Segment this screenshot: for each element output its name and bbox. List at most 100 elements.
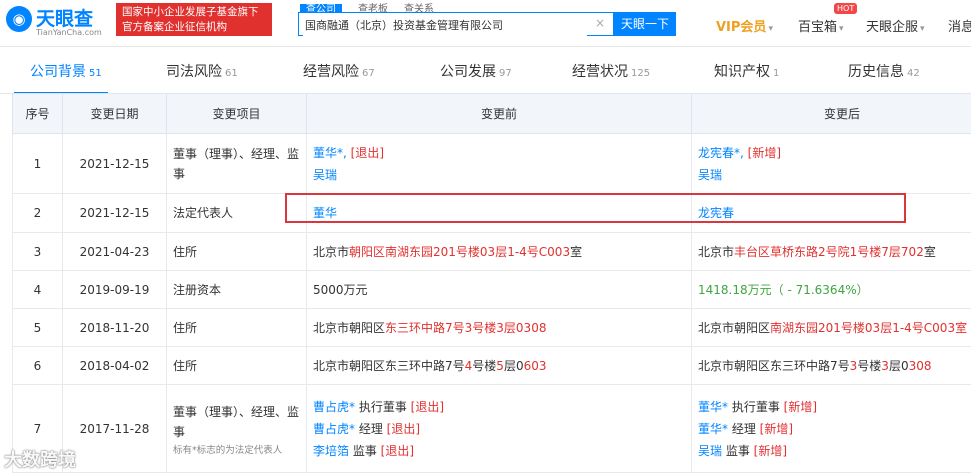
value-text: 监事 — [349, 443, 381, 458]
tab-label: 公司发展 — [440, 64, 496, 80]
col-header-item: 变更项目 — [166, 93, 307, 134]
vip-member-link[interactable]: VIP会员 ▾ — [716, 16, 773, 35]
value-text: 北京市朝阳区 — [313, 320, 386, 335]
value-line: 曹占虎* 执行董事 [退出] — [313, 396, 685, 418]
person-name-link[interactable]: 董华*, — [313, 146, 351, 160]
tab-count: 97 — [499, 68, 512, 79]
table-body: 1 2021-12-15 董事（理事）、经理、监事 董华*, [退出] 吴瑞 龙宪春*, … — [12, 133, 971, 473]
tab-company-development[interactable]: 公司发展 97 — [440, 61, 512, 81]
value-after: 董华* 执行董事 [新增] 董华* 经理 [新增] 吴瑞 监事 [新增] — [691, 384, 971, 473]
value-text: 号楼 — [857, 358, 882, 373]
change-tag: [新增] — [759, 421, 794, 436]
value-line: 北京市朝阳区东三环中路7号3号楼3层0308 — [698, 355, 971, 377]
person-name-link[interactable]: 吴瑞 — [313, 168, 337, 182]
row-number: 5 — [12, 308, 63, 347]
tab-operating-status[interactable]: 经营状况 125 — [572, 61, 650, 81]
row-number: 6 — [12, 346, 63, 385]
change-records-table: 序号 变更日期 变更项目 变更前 变更后 1 2021-12-15 董事（理事）、经… — [12, 93, 971, 473]
change-item-label: 住所 — [173, 320, 198, 335]
change-date: 2021-12-15 — [62, 193, 167, 233]
value-line: 5000万元 — [313, 279, 685, 301]
value-after: 北京市朝阳区南湖东园201号楼03层1-4号C003室 — [691, 308, 971, 347]
tianyancha-logo[interactable]: ◉ 天眼查 TianYanCha.com — [6, 4, 110, 40]
tab-label: 经营风险 — [303, 64, 359, 80]
change-item: 董事（理事）、经理、监事 — [166, 133, 307, 194]
value-text: 北京市朝阳区东三环中路7号 — [698, 358, 850, 373]
value-text: 朝阳区南湖东园201号楼03层1-4号C003 — [349, 244, 571, 259]
value-after: 北京市朝阳区东三环中路7号3号楼3层0308 — [691, 346, 971, 385]
value-line: 李培箔 监事 [退出] — [313, 440, 685, 462]
change-item: 住所 — [166, 308, 307, 347]
value-line: 吴瑞 — [698, 164, 971, 186]
highlight-box — [285, 193, 906, 223]
value-text: 号楼 — [472, 358, 497, 373]
value-text: 北京市 — [313, 244, 350, 259]
person-name-link[interactable]: 龙宪春*, — [698, 146, 748, 160]
value-line: 北京市朝阳区南湖东园201号楼03层1-4号C003室 — [313, 241, 685, 263]
tab-intellectual-property[interactable]: 知识产权 1 — [714, 61, 779, 81]
search-button[interactable]: 天眼一下 — [614, 12, 676, 36]
toolbox-label: 百宝箱 — [798, 20, 838, 35]
value-text: 308 — [908, 358, 932, 373]
change-tag: [退出] — [380, 443, 415, 458]
person-name-link[interactable]: 吴瑞 — [698, 168, 722, 182]
value-text: 经理 — [728, 421, 760, 436]
person-name-link[interactable]: 李培箔 — [313, 444, 349, 458]
value-before: 曹占虎* 执行董事 [退出] 曹占虎* 经理 [退出] 李培箔 监事 [退出] — [306, 384, 692, 473]
tab-company-background[interactable]: 公司背景 51 — [30, 61, 102, 81]
change-item: 注册资本 — [166, 270, 307, 309]
tab-operating-risk[interactable]: 经营风险 67 — [303, 61, 375, 81]
value-text: 南湖东园201号楼03层1-4号C003室 — [770, 320, 968, 335]
legal-rep-note: 标有*标志的为法定代表人 — [173, 444, 283, 456]
value-text: 监事 — [722, 443, 754, 458]
value-line: 董华* 执行董事 [新增] — [698, 396, 971, 418]
value-line: 北京市朝阳区东三环中路7号3号楼3层0308 — [313, 317, 685, 339]
value-text: 室 — [570, 244, 583, 259]
value-before: 5000万元 — [306, 270, 692, 309]
table-header-row: 序号 变更日期 变更项目 变更前 变更后 — [12, 93, 971, 134]
tab-legal-risk[interactable]: 司法风险 61 — [166, 61, 238, 81]
search-input[interactable] — [303, 14, 587, 36]
change-tag: [退出] — [410, 399, 445, 414]
value-before: 北京市朝阳区东三环中路7号3号楼3层0308 — [306, 308, 692, 347]
person-name-link[interactable]: 董华* — [698, 400, 728, 414]
value-line: 北京市朝阳区东三环中路7号4号楼5层0603 — [313, 355, 685, 377]
search-type-tabs: 查公司 查老板 查关系 — [300, 0, 450, 15]
clear-icon[interactable]: × — [595, 16, 605, 30]
value-before: 董华*, [退出] 吴瑞 — [306, 133, 692, 194]
change-date: 2017-11-28 — [62, 384, 167, 473]
watermark-logo: 大数跨境 — [4, 450, 76, 471]
person-name-link[interactable]: 曹占虎* — [313, 422, 355, 436]
table-row: 1 2021-12-15 董事（理事）、经理、监事 董华*, [退出] 吴瑞 龙宪春*, … — [12, 133, 971, 194]
chevron-down-icon: ▾ — [839, 24, 844, 34]
change-date: 2018-04-02 — [62, 346, 167, 385]
value-after: 1418.18万元（ - 71.6364%） — [691, 270, 971, 309]
col-header-number: 序号 — [12, 93, 63, 134]
toolbox-menu[interactable]: 百宝箱 ▾ — [798, 16, 844, 35]
change-date: 2018-11-20 — [62, 308, 167, 347]
tab-count: 51 — [89, 68, 102, 79]
value-text: 603 — [523, 358, 547, 373]
person-name-link[interactable]: 曹占虎* — [313, 400, 355, 414]
change-tag: [新增] — [747, 145, 782, 160]
enterprise-service-menu[interactable]: 天眼企服 ▾ — [866, 16, 925, 35]
value-text: 5000万元 — [313, 282, 368, 297]
row-number: 1 — [12, 133, 63, 194]
person-name-link[interactable]: 吴瑞 — [698, 444, 722, 458]
tab-label: 司法风险 — [166, 64, 222, 80]
person-name-link[interactable]: 董华* — [698, 422, 728, 436]
value-text: 3 — [881, 358, 889, 373]
gov-line-2: 官方备案企业征信机构 — [122, 21, 227, 33]
value-text: 丰台区草桥东路2号院1号楼7层702 — [734, 244, 924, 259]
tab-label: 公司背景 — [30, 64, 86, 80]
value-text: 东三环中路7号3号楼3层0308 — [385, 320, 547, 335]
value-text: 层0 — [888, 358, 909, 373]
change-date: 2019-09-19 — [62, 270, 167, 309]
change-tag: [退出] — [386, 421, 421, 436]
tab-history-info[interactable]: 历史信息 42 — [848, 61, 920, 81]
change-tag: [退出] — [350, 145, 385, 160]
messages-link[interactable]: 消息 — [948, 16, 971, 35]
value-text: 1418.18万元（ - 71.6364%） — [698, 282, 869, 297]
change-item-label: 注册资本 — [173, 282, 222, 297]
change-item: 住所 — [166, 232, 307, 271]
